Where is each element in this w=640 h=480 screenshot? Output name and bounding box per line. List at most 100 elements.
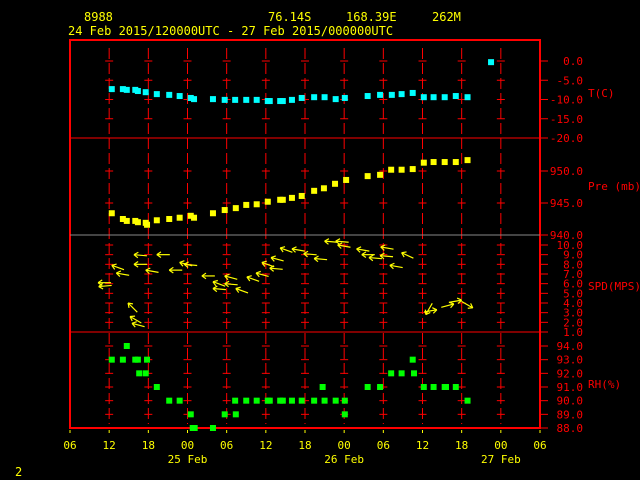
wind-arrow-stroke (246, 275, 252, 278)
temperature-point (108, 86, 115, 93)
y-tick-label: 94.0 (557, 340, 584, 353)
pressure-point (311, 187, 318, 194)
pressure-point (398, 166, 405, 173)
temperature-point (398, 91, 405, 98)
rh-point (319, 384, 326, 390)
rh-point (452, 384, 459, 390)
rh-point (364, 384, 371, 390)
rh-point (321, 397, 328, 404)
temperature-point (123, 86, 130, 93)
wind-arrow-stroke (432, 307, 438, 311)
x-tick-label: 00 (338, 439, 351, 452)
temperature-point (253, 96, 260, 103)
temperature-point (153, 91, 160, 98)
wind-arrow (133, 261, 147, 268)
rh-point (377, 384, 384, 390)
temperature-point (341, 94, 348, 101)
wind-arrow-stroke (224, 273, 230, 277)
rh-point (142, 370, 149, 377)
rh-point (398, 370, 405, 377)
meteogram-plot: 0.0-5.0-10.0-15.0-20.0T(C)950.0945.0940.… (63, 39, 640, 466)
temperature-point (409, 89, 416, 96)
y-tick-label: 945.0 (550, 197, 583, 210)
temperature-point (243, 96, 250, 103)
y-tick-label: 88.0 (557, 422, 584, 435)
pressure-point (332, 180, 339, 187)
pressure-point (221, 207, 228, 214)
pressure-point (409, 166, 416, 173)
temperature-point (266, 98, 273, 105)
temperature-point (232, 96, 239, 103)
wind-arrow (424, 303, 433, 316)
rh-point (232, 397, 239, 404)
x-tick-label: 12 (416, 439, 429, 452)
pressure-point (364, 173, 371, 180)
rh-point (420, 384, 427, 390)
rh-point (443, 384, 449, 390)
y-tick-label: -15.0 (550, 113, 583, 126)
rh-point (144, 356, 151, 363)
temperature-point (388, 91, 395, 98)
temperature-point (166, 91, 173, 98)
wind-arrow-stroke (356, 246, 362, 250)
y-tick-label: -20.0 (550, 132, 583, 145)
pressure-point (176, 214, 183, 221)
wind-arrow (389, 262, 403, 270)
temperature-point (209, 96, 216, 103)
wind-arrow (270, 255, 284, 262)
wind-arrow-stroke (212, 279, 218, 283)
wind-arrow (269, 265, 283, 272)
pressure-point (123, 217, 130, 224)
wind-arrow-stroke (179, 260, 185, 263)
x-tick-label: 00 (494, 439, 507, 452)
x-tick-label: 18 (142, 439, 155, 452)
temperature-point (279, 98, 286, 105)
temperature-point (176, 93, 183, 100)
wind-arrow (380, 244, 394, 251)
x-tick-label: 06 (63, 439, 76, 452)
wind-arrow (183, 261, 198, 268)
wind-arrow (127, 302, 138, 313)
pressure-point (144, 221, 151, 228)
rh-point (166, 397, 173, 404)
wind-arrow (156, 251, 170, 258)
temperature-point (311, 94, 318, 101)
temperature-point (464, 94, 471, 101)
wind-arrow-stroke (131, 321, 137, 324)
rh-point (388, 370, 395, 377)
wind-arrow (201, 272, 215, 280)
y-tick-label: 92.0 (557, 367, 584, 380)
rh-point (221, 411, 228, 418)
wind-arrow (379, 252, 394, 260)
rh-point (153, 384, 160, 390)
temperature-point (377, 91, 384, 98)
rh-point (341, 411, 348, 418)
x-tick-label: 06 (220, 439, 233, 452)
wind-arrow-stroke (270, 255, 276, 259)
x-tick-label: 06 (377, 439, 390, 452)
pressure-point (464, 157, 471, 164)
rh-point (119, 356, 126, 363)
wind-arrow-stroke (280, 246, 286, 249)
pressure-point (153, 217, 160, 224)
pressure-point (343, 176, 350, 183)
x-tick-label: 12 (103, 439, 116, 452)
wind-arrow (131, 321, 145, 328)
temperature-point (134, 88, 141, 95)
rh-point (341, 397, 348, 404)
temperature-point (288, 96, 295, 103)
wind-arrow (279, 246, 293, 253)
wind-arrow (291, 246, 305, 253)
temperature-point (191, 96, 198, 103)
temperature-point (420, 94, 427, 101)
x-tick-label: 00 (181, 439, 194, 452)
wind-arrow (441, 301, 455, 309)
rh-point (279, 397, 286, 404)
pressure-point (108, 210, 115, 217)
y-axis-title: T(C) (588, 87, 615, 100)
rh-point (187, 411, 194, 418)
wind-arrow (235, 286, 249, 294)
wind-arrow (111, 263, 125, 271)
rh-point (464, 397, 471, 404)
rh-point (136, 370, 143, 377)
